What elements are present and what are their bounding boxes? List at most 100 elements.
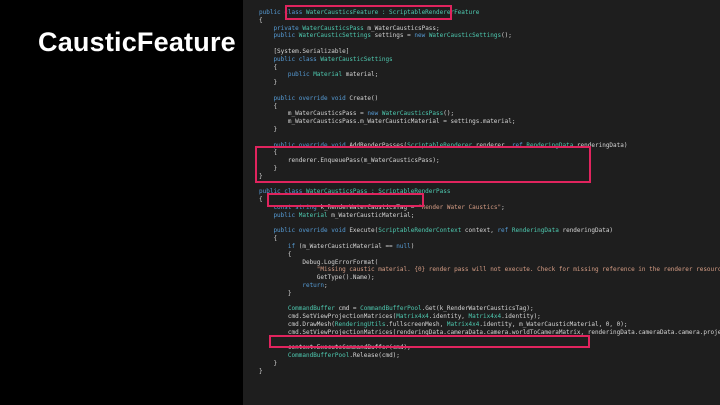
code-token: (); <box>443 110 455 118</box>
code-token: m_WaterCausticMaterial; <box>327 211 415 219</box>
code-token: RenderingData <box>526 141 574 149</box>
code-line: CommandBuffer cmd = CommandBufferPool.Ge… <box>259 305 534 313</box>
code-line: if (m_WaterCausticMaterial == null) <box>259 243 414 251</box>
code-token: ) <box>410 243 415 250</box>
code-line: GetType().Name); <box>259 274 375 282</box>
code-line: } <box>259 173 263 181</box>
code-token: cmd.SetViewProjectionMatrices( <box>259 313 397 321</box>
code-token: ScriptableRenderContext <box>378 227 462 235</box>
code-token: RenderingData <box>511 227 559 235</box>
code-token: public <box>259 211 299 219</box>
code-token: [System.Serializable] <box>259 48 350 55</box>
code-editor-screenshot: public class WaterCausticsFeature : Scri… <box>243 0 720 405</box>
code-token: Material <box>313 71 343 79</box>
code-token: material; <box>342 71 379 79</box>
code-token: settings = <box>371 32 415 40</box>
code-token: null <box>396 243 411 250</box>
code-token: public <box>259 32 299 40</box>
code-token: CommandBuffer <box>287 305 335 313</box>
code-line: } <box>259 126 277 134</box>
code-line: { <box>259 235 277 243</box>
code-token: Matrix4x4 <box>468 313 502 321</box>
code-token: context.ExecuteCommandBuffer(cmd); <box>259 344 411 352</box>
code-token: renderingData) <box>558 227 614 235</box>
code-line: cmd.DrawMesh(RenderingUtils.fullscreenMe… <box>259 321 628 329</box>
code-token: CommandBufferPool <box>360 305 422 313</box>
code-token: { <box>259 196 263 204</box>
code-token: new <box>367 110 382 118</box>
code-line: public Material m_WaterCausticMaterial; <box>259 212 414 220</box>
code-token: WaterCausticsPass <box>302 24 364 32</box>
code-token: CommandBufferPool <box>287 352 350 360</box>
code-token: WaterCausticSettings <box>298 32 371 40</box>
code-token: renderer, <box>472 141 512 149</box>
code-token: public override void <box>259 227 350 235</box>
code-token: .identity, m_WaterCausticMaterial, 0, 0)… <box>479 321 628 328</box>
code-token: m_WaterCausticsPass.m_WaterCausticMateri… <box>259 118 516 126</box>
code-token: public <box>259 71 314 79</box>
code-line: { <box>259 251 292 259</box>
code-line: Debug.LogErrorFormat( <box>259 259 378 267</box>
code-token: ; <box>324 282 328 289</box>
code-token: "Missing caustic material. {0} render pa… <box>316 266 720 274</box>
code-line: [System.Serializable] <box>259 48 349 56</box>
code-token: Execute( <box>349 227 379 235</box>
code-line: CommandBufferPool.Release(cmd); <box>259 352 400 360</box>
code-line: } <box>259 165 277 173</box>
code-token: } <box>259 165 278 172</box>
code-token: { <box>259 149 278 157</box>
code-token: cmd.SetViewProjectionMatrices(renderingD… <box>259 328 720 336</box>
code-token: (m_WaterCausticMaterial == <box>298 243 397 250</box>
code-token: } <box>259 79 278 87</box>
code-token: WaterCausticsFeature : ScriptableRendere… <box>305 9 480 16</box>
code-token: WaterCausticSettings <box>320 55 393 63</box>
code-token: public class <box>259 55 321 63</box>
code-line: public class WaterCausticsPass : Scripta… <box>259 188 450 196</box>
code-line: { <box>259 17 263 25</box>
code-token: Matrix4x4 <box>446 321 480 328</box>
code-token: .identity); <box>501 313 541 321</box>
code-token: { <box>259 102 278 110</box>
code-token: { <box>259 16 263 24</box>
code-token: RenderingUtils <box>334 321 386 328</box>
code-token: GetType().Name); <box>259 274 375 282</box>
code-token: { <box>259 63 278 71</box>
code-token: WaterCausticsPass : ScriptableRenderPass <box>305 188 451 196</box>
code-token: ScriptableRenderer <box>407 141 473 149</box>
code-token: } <box>259 172 263 180</box>
code-token: } <box>259 289 292 297</box>
code-token: public override void <box>259 94 350 102</box>
code-line: m_WaterCausticsPass.m_WaterCausticMateri… <box>259 118 516 126</box>
code-line: renderer.EnqueuePass(m_WaterCausticsPass… <box>259 157 440 165</box>
code-line: public class WaterCausticsFeature : Scri… <box>259 9 479 17</box>
code-line: } <box>259 79 277 87</box>
code-line: m_WaterCausticsPass = new WaterCausticsP… <box>259 110 454 118</box>
code-token: const string <box>259 204 321 211</box>
code-token: if <box>259 243 299 250</box>
code-token: k_RenderWaterCausticsTag = <box>320 204 418 211</box>
code-line: cmd.SetViewProjectionMatrices(renderingD… <box>259 329 720 337</box>
code-token: m_WaterCausticsPass; <box>363 24 440 32</box>
code-token: } <box>259 126 278 133</box>
code-token: .fullscreenMesh, <box>385 321 447 328</box>
code-token: "Render Water Caustics" <box>417 204 502 211</box>
code-token: public class <box>259 188 306 196</box>
code-token: WaterCausticsPass <box>381 110 444 118</box>
code-token: .Release(cmd); <box>349 352 400 360</box>
code-token: { <box>259 250 292 258</box>
code-token: renderingData) <box>573 141 628 149</box>
code-line: public override void Execute(ScriptableR… <box>259 227 613 235</box>
code-token: ref <box>511 141 527 149</box>
code-token: AddRenderPasses( <box>349 141 408 149</box>
code-line: public override void AddRenderPasses(Scr… <box>259 141 628 150</box>
code-line: "Missing caustic material. {0} render pa… <box>259 266 720 274</box>
code-token: cmd.DrawMesh( <box>259 321 335 328</box>
code-token: Material <box>298 211 328 219</box>
code-line: public class WaterCausticSettings <box>259 55 393 64</box>
code-token: public override void <box>259 141 350 149</box>
slide-title: CausticFeature <box>38 27 236 57</box>
code-token: context, <box>461 227 498 235</box>
code-token: Matrix4x4 <box>396 313 429 321</box>
